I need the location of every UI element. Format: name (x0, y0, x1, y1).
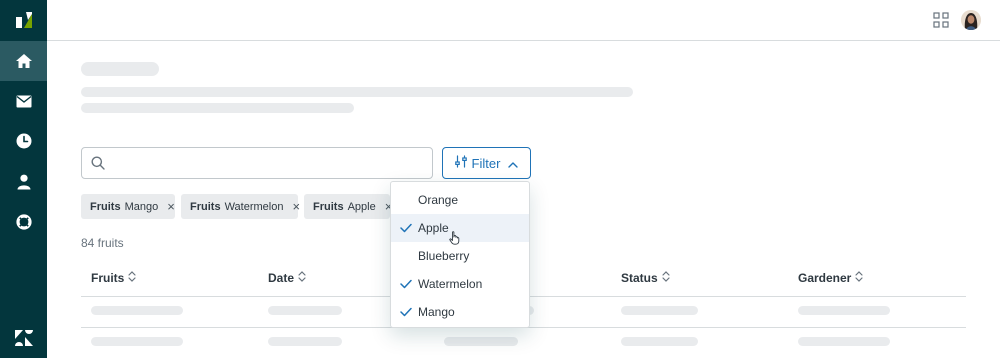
option-label: Mango (418, 305, 455, 319)
filter-label: Filter (471, 155, 501, 171)
column-label: Gardener (798, 271, 852, 285)
title-skeleton (81, 62, 159, 76)
zendesk-logo-icon[interactable] (0, 0, 47, 40)
column-header-gardener[interactable]: Gardener (798, 271, 863, 285)
close-icon[interactable]: × (292, 200, 300, 213)
top-bar (47, 0, 1000, 41)
filter-tag: Fruits Mango × (81, 194, 175, 219)
chevron-up-icon (508, 156, 519, 171)
avatar[interactable] (961, 10, 981, 30)
nav-mail[interactable] (0, 81, 47, 121)
cell-skeleton (91, 337, 183, 346)
column-header-date[interactable]: Date (268, 271, 306, 285)
cell-skeleton (444, 337, 518, 346)
tag-value: Mango (124, 200, 159, 213)
description-skeleton (81, 87, 633, 97)
option-label: Apple (418, 221, 449, 235)
hand-cursor-icon (449, 231, 461, 250)
sliders-icon (454, 155, 467, 171)
sort-icon (855, 271, 863, 285)
option-label: Watermelon (418, 277, 483, 291)
cell-skeleton (798, 306, 890, 315)
column-label: Date (268, 271, 295, 285)
filter-button[interactable]: Filter (442, 147, 531, 179)
menu-item-mango[interactable]: Mango (391, 298, 529, 326)
mail-icon (16, 95, 32, 108)
cell-skeleton (621, 337, 698, 346)
filter-dropdown-menu: Orange Apple Blueberry Watermelon Mango (390, 181, 530, 328)
sort-icon (128, 271, 136, 285)
column-header-status[interactable]: Status (621, 271, 670, 285)
sort-icon (298, 271, 306, 285)
check-icon (400, 278, 412, 292)
cell-skeleton (798, 337, 890, 346)
search-input[interactable] (81, 147, 433, 179)
results-count: 84 fruits (81, 236, 124, 250)
nav-support[interactable] (0, 202, 47, 242)
cell-skeleton (91, 306, 183, 315)
cell-skeleton (268, 306, 342, 315)
zendesk-z-icon[interactable] (0, 318, 47, 358)
nav-views[interactable] (0, 121, 47, 161)
filter-tag: Fruits Watermelon × (181, 194, 300, 219)
tag-key: Fruits (190, 200, 221, 213)
menu-item-watermelon[interactable]: Watermelon (391, 270, 529, 298)
nav-home[interactable] (0, 41, 47, 81)
sidebar (0, 0, 47, 358)
home-icon (15, 53, 33, 69)
menu-item-orange[interactable]: Orange (391, 186, 529, 214)
filter-tag: Fruits Apple × (304, 194, 392, 219)
check-icon (400, 222, 412, 236)
nav-users[interactable] (0, 162, 47, 202)
column-label: Status (621, 271, 658, 285)
option-label: Blueberry (418, 249, 470, 263)
sort-icon (662, 271, 670, 285)
column-header-fruits[interactable]: Fruits (91, 271, 136, 285)
clock-icon (16, 133, 32, 149)
option-label: Orange (418, 193, 459, 207)
tag-value: Apple (347, 200, 376, 213)
apps-grid-icon[interactable] (933, 12, 949, 28)
close-icon[interactable]: × (167, 200, 175, 213)
cell-skeleton (621, 306, 698, 315)
cell-skeleton (268, 337, 342, 346)
user-icon (17, 174, 31, 190)
description-skeleton (81, 103, 354, 113)
check-icon (400, 306, 412, 320)
support-icon (15, 214, 32, 230)
tag-key: Fruits (90, 200, 121, 213)
tag-value: Watermelon (224, 200, 284, 213)
tag-key: Fruits (313, 200, 344, 213)
column-label: Fruits (91, 271, 125, 285)
